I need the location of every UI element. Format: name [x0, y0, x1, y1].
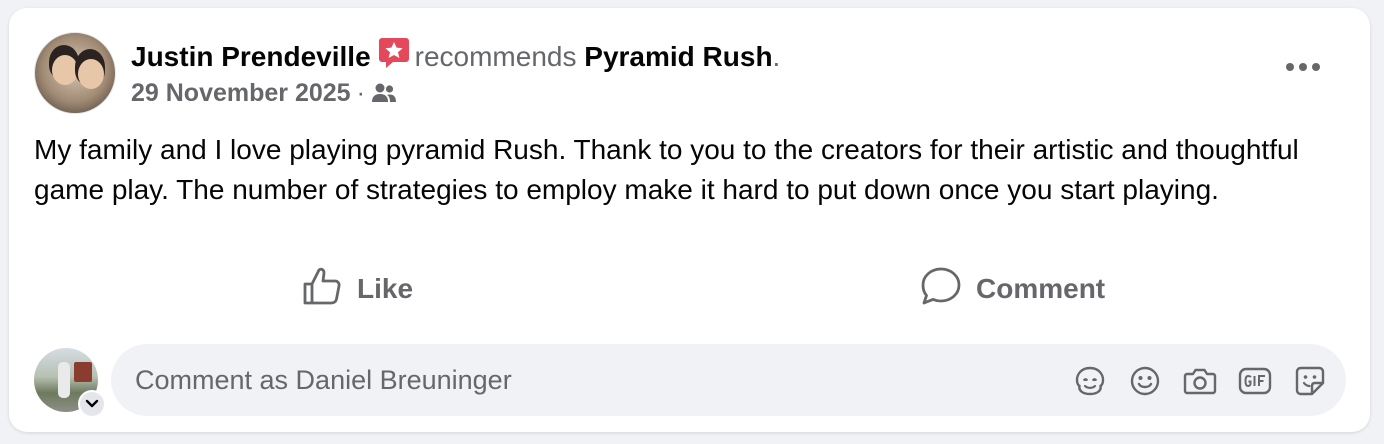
like-button[interactable]: Like [301, 266, 413, 312]
comment-tools [1071, 362, 1328, 399]
recommend-star-icon [377, 36, 411, 78]
recommendation-post-card: Justin Prendeville recommends Pyramid Rus… [9, 8, 1370, 432]
comment-bubble-icon [920, 266, 976, 313]
page-name-link[interactable]: Pyramid Rush [584, 41, 772, 72]
recommends-text: recommends [414, 41, 577, 72]
trailing-period: . [772, 41, 781, 72]
like-icon [301, 266, 357, 313]
avatar-figure [58, 362, 70, 398]
comment-button[interactable]: Comment [920, 266, 1105, 312]
emoji-icon[interactable] [1126, 362, 1163, 399]
like-label: Like [357, 273, 414, 304]
post-header: Justin Prendeville recommends Pyramid Rus… [131, 36, 780, 78]
current-user-avatar[interactable] [34, 348, 106, 418]
comment-label: Comment [976, 273, 1106, 304]
meta-separator: · [356, 79, 365, 107]
post-date-link[interactable]: 29 November 2025 [131, 79, 351, 107]
avatar-sticker-icon[interactable] [1071, 362, 1108, 399]
camera-icon[interactable] [1181, 362, 1218, 399]
chevron-down-icon[interactable] [78, 390, 106, 418]
comment-placeholder: Comment as Daniel Breuninger [135, 365, 512, 395]
avatar-building [74, 362, 92, 382]
more-options-icon [1285, 59, 1321, 77]
author-avatar[interactable] [34, 32, 116, 114]
more-options-button[interactable] [1279, 48, 1327, 88]
author-name-link[interactable]: Justin Prendeville [131, 41, 371, 72]
gif-icon[interactable] [1236, 362, 1273, 399]
friends-icon[interactable] [371, 81, 397, 111]
avatar-face-right [78, 59, 104, 89]
sticker-icon[interactable] [1291, 362, 1328, 399]
post-meta: 29 November 2025 · [131, 78, 397, 111]
post-body-text: My family and I love playing pyramid Rus… [34, 134, 1299, 205]
comment-input[interactable]: Comment as Daniel Breuninger [111, 344, 1346, 416]
